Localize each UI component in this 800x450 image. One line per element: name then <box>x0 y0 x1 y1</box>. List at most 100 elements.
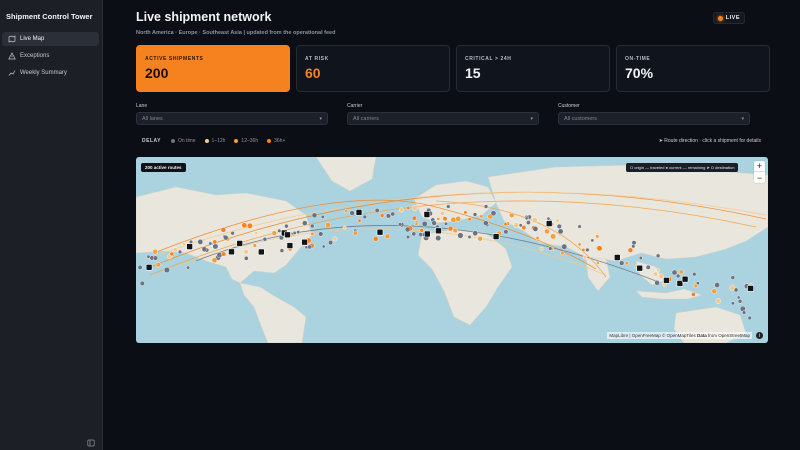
shipment-marker[interactable] <box>675 273 681 279</box>
shipment-marker[interactable] <box>577 224 582 229</box>
route-endpoint-marker[interactable] <box>423 230 431 238</box>
shipment-marker[interactable] <box>186 265 190 270</box>
shipment-marker[interactable] <box>385 213 391 219</box>
shipment-marker[interactable] <box>241 222 248 229</box>
shipment-marker[interactable] <box>450 216 457 223</box>
shipment-marker[interactable] <box>730 275 735 280</box>
shipment-marker[interactable] <box>631 244 636 249</box>
sidebar-collapse-icon[interactable] <box>87 434 95 447</box>
shipment-marker[interactable] <box>483 220 489 226</box>
shipment-marker[interactable] <box>550 233 556 240</box>
shipment-marker[interactable] <box>384 233 391 240</box>
shipment-marker[interactable] <box>731 301 735 306</box>
kpi-card-active-shipments[interactable]: ACTIVE SHIPMENTS 200 <box>136 45 290 92</box>
zoom-in-button[interactable]: + <box>754 161 765 172</box>
shipment-marker[interactable] <box>654 280 660 286</box>
shipment-marker[interactable] <box>658 273 664 279</box>
shipment-map[interactable]: 200 active routes O origin — traveled ● … <box>136 157 768 343</box>
shipment-marker[interactable] <box>521 225 527 231</box>
shipment-marker[interactable] <box>139 280 145 286</box>
shipment-marker[interactable] <box>560 251 565 256</box>
shipment-marker[interactable] <box>736 295 741 300</box>
route-endpoint-marker[interactable] <box>355 209 363 216</box>
shipment-marker[interactable] <box>284 223 289 229</box>
attribution-prefix[interactable]: MapLibre | OpenFreeMap © OpenMapTiles <box>609 333 697 338</box>
shipment-marker[interactable] <box>169 251 174 257</box>
shipment-marker[interactable] <box>146 254 151 259</box>
shipment-marker[interactable] <box>715 298 722 304</box>
carrier-select[interactable]: All carriers ▾ <box>347 112 539 125</box>
shipment-marker[interactable] <box>631 240 637 246</box>
shipment-marker[interactable] <box>212 243 219 250</box>
route-endpoint-marker[interactable] <box>145 264 153 271</box>
shipment-marker[interactable] <box>477 236 483 242</box>
shipment-marker[interactable] <box>619 260 625 266</box>
shipment-marker[interactable] <box>362 214 367 219</box>
shipment-marker[interactable] <box>328 240 334 246</box>
shipment-marker[interactable] <box>679 269 684 275</box>
shipment-marker[interactable] <box>302 220 308 226</box>
shipment-marker[interactable] <box>653 271 658 277</box>
shipment-marker[interactable] <box>418 232 424 237</box>
route-endpoint-marker[interactable] <box>747 285 754 292</box>
shipment-marker[interactable] <box>310 231 315 236</box>
shipment-marker[interactable] <box>421 221 428 227</box>
shipment-marker[interactable] <box>254 231 259 235</box>
route-endpoint-marker[interactable] <box>186 243 193 250</box>
kpi-card-at-risk[interactable]: AT RISK 60 <box>296 45 450 92</box>
shipment-marker[interactable] <box>189 239 194 244</box>
shipment-marker[interactable] <box>711 288 717 294</box>
route-endpoint-marker[interactable] <box>258 248 265 256</box>
shipment-marker[interactable] <box>277 228 282 233</box>
shipment-marker[interactable] <box>357 218 362 223</box>
route-endpoint-marker[interactable] <box>613 254 621 261</box>
shipment-marker[interactable] <box>173 247 178 253</box>
shipment-marker[interactable] <box>548 246 553 251</box>
shipment-marker[interactable] <box>342 225 347 230</box>
shipment-marker[interactable] <box>479 214 484 219</box>
shipment-marker[interactable] <box>729 284 736 291</box>
shipment-marker[interactable] <box>645 264 651 270</box>
shipment-marker[interactable] <box>311 212 318 218</box>
shipment-marker[interactable] <box>737 299 743 304</box>
shipment-marker[interactable] <box>332 236 338 242</box>
shipment-marker[interactable] <box>252 243 257 248</box>
shipment-marker[interactable] <box>310 223 315 229</box>
route-endpoint-marker[interactable] <box>301 238 308 246</box>
shipment-marker[interactable] <box>503 222 508 227</box>
shipment-marker[interactable] <box>513 222 519 228</box>
shipment-marker[interactable] <box>349 210 355 216</box>
shipment-marker[interactable] <box>472 230 479 236</box>
shipment-marker[interactable] <box>271 230 277 236</box>
shipment-marker[interactable] <box>472 212 478 217</box>
shipment-marker[interactable] <box>671 269 678 276</box>
route-endpoint-marker[interactable] <box>492 233 500 240</box>
shipment-marker[interactable] <box>292 231 297 235</box>
shipment-marker[interactable] <box>440 211 445 216</box>
shipment-marker[interactable] <box>741 310 747 315</box>
shipment-marker[interactable] <box>372 236 379 242</box>
shipment-marker[interactable] <box>452 227 458 233</box>
shipment-marker[interactable] <box>692 272 697 277</box>
shipment-marker[interactable] <box>411 231 417 237</box>
route-endpoint-marker[interactable] <box>228 248 235 256</box>
shipment-marker[interactable] <box>182 242 186 247</box>
shipment-marker[interactable] <box>581 248 586 252</box>
sidebar-item-weekly-summary[interactable]: Weekly Summary <box>2 66 99 80</box>
shipment-marker[interactable] <box>693 283 698 289</box>
shipment-marker[interactable] <box>406 234 411 239</box>
shipment-marker[interactable] <box>152 255 158 261</box>
shipment-marker[interactable] <box>211 257 218 263</box>
shipment-marker[interactable] <box>230 231 235 236</box>
shipment-marker[interactable] <box>556 223 562 229</box>
shipment-marker[interactable] <box>509 212 515 218</box>
shipment-marker[interactable] <box>747 315 752 321</box>
shipment-marker[interactable] <box>223 235 229 241</box>
shipment-marker[interactable] <box>247 222 253 229</box>
shipment-marker[interactable] <box>442 216 448 222</box>
kpi-card-on-time[interactable]: ON-TIME 70% <box>616 45 770 92</box>
shipment-marker[interactable] <box>221 251 227 257</box>
shipment-marker[interactable] <box>436 217 441 221</box>
shipment-marker[interactable] <box>444 221 448 226</box>
shipment-marker[interactable] <box>243 249 249 255</box>
